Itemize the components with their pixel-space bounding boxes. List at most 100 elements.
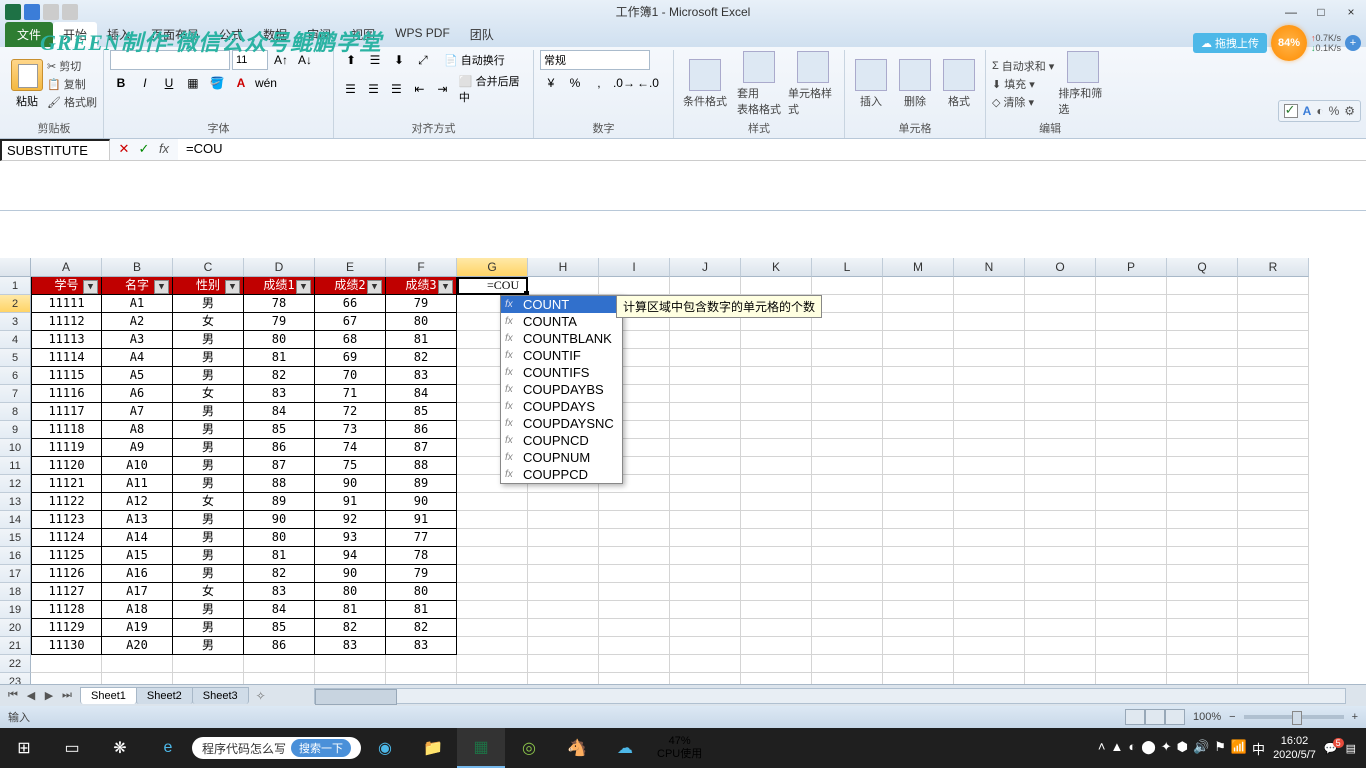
cell[interactable]: A13 xyxy=(102,511,173,529)
cell[interactable] xyxy=(670,421,741,439)
cell[interactable] xyxy=(741,601,812,619)
cell[interactable] xyxy=(1167,493,1238,511)
cell[interactable] xyxy=(457,583,528,601)
cell[interactable] xyxy=(883,565,954,583)
cell[interactable] xyxy=(741,367,812,385)
cell[interactable] xyxy=(1167,313,1238,331)
cell[interactable] xyxy=(741,565,812,583)
cell[interactable]: 男 xyxy=(173,529,244,547)
cell[interactable] xyxy=(1238,655,1309,673)
cell[interactable] xyxy=(670,349,741,367)
row-header[interactable]: 10 xyxy=(0,439,31,457)
autocomplete-item[interactable]: COUPDAYSNC xyxy=(501,415,622,432)
cell[interactable]: 79 xyxy=(386,295,457,313)
cell[interactable] xyxy=(954,439,1025,457)
cpu-usage[interactable]: 47% CPU使用 xyxy=(649,735,710,761)
cells-area[interactable]: 学号名字性别成绩1成绩2成绩311111A1男78667911112A2女796… xyxy=(31,277,1366,684)
cell[interactable] xyxy=(670,457,741,475)
cell[interactable] xyxy=(812,583,883,601)
cell[interactable] xyxy=(670,403,741,421)
cell[interactable] xyxy=(457,637,528,655)
cell[interactable] xyxy=(812,313,883,331)
cell[interactable] xyxy=(954,403,1025,421)
cell[interactable] xyxy=(741,583,812,601)
float-percent-icon[interactable]: % xyxy=(1329,104,1340,118)
sheet-tab[interactable]: Sheet3 xyxy=(192,687,249,704)
cell[interactable]: 成绩2 xyxy=(315,277,386,295)
cell[interactable] xyxy=(741,529,812,547)
row-header[interactable]: 2 xyxy=(0,295,31,313)
taskbar-app-3[interactable]: ◎ xyxy=(505,728,553,768)
cell[interactable]: 82 xyxy=(315,619,386,637)
plus-icon[interactable]: + xyxy=(1345,35,1361,51)
zoom-out-icon[interactable]: − xyxy=(1229,711,1235,723)
cell[interactable] xyxy=(1238,547,1309,565)
cell[interactable] xyxy=(883,493,954,511)
cell[interactable] xyxy=(1096,331,1167,349)
cell[interactable]: A5 xyxy=(102,367,173,385)
cell[interactable]: 成绩1 xyxy=(244,277,315,295)
cell[interactable] xyxy=(1167,547,1238,565)
cell[interactable]: A3 xyxy=(102,331,173,349)
sheet-prev-icon[interactable]: ◀ xyxy=(23,689,39,702)
cell[interactable]: 69 xyxy=(315,349,386,367)
cell[interactable] xyxy=(741,547,812,565)
cell[interactable] xyxy=(1096,475,1167,493)
cell[interactable]: A12 xyxy=(102,493,173,511)
cell[interactable]: 男 xyxy=(173,511,244,529)
sheet-first-icon[interactable]: ⏮ xyxy=(5,689,21,702)
row-header[interactable]: 19 xyxy=(0,601,31,619)
cell[interactable] xyxy=(670,475,741,493)
cell[interactable] xyxy=(670,511,741,529)
cell[interactable]: 男 xyxy=(173,637,244,655)
cell[interactable] xyxy=(1238,403,1309,421)
cell[interactable] xyxy=(954,619,1025,637)
close-button[interactable]: × xyxy=(1336,2,1366,22)
cell[interactable] xyxy=(1238,673,1309,684)
cell[interactable]: 79 xyxy=(386,565,457,583)
cell[interactable] xyxy=(741,493,812,511)
cell[interactable] xyxy=(1096,529,1167,547)
cell[interactable] xyxy=(1167,367,1238,385)
cell[interactable] xyxy=(599,655,670,673)
cell[interactable]: 82 xyxy=(386,349,457,367)
align-right-icon[interactable]: ☰ xyxy=(386,79,407,99)
cell[interactable]: 80 xyxy=(244,331,315,349)
cell[interactable]: 77 xyxy=(386,529,457,547)
cell[interactable] xyxy=(1096,493,1167,511)
cell[interactable] xyxy=(812,601,883,619)
cell[interactable] xyxy=(883,439,954,457)
minimize-button[interactable]: — xyxy=(1276,2,1306,22)
cell[interactable]: A6 xyxy=(102,385,173,403)
cell[interactable] xyxy=(670,385,741,403)
autocomplete-item[interactable]: COUPDAYBS xyxy=(501,381,622,398)
cell[interactable] xyxy=(954,331,1025,349)
cell[interactable]: 73 xyxy=(315,421,386,439)
cell[interactable] xyxy=(670,637,741,655)
cell[interactable] xyxy=(528,637,599,655)
cell[interactable]: 80 xyxy=(386,583,457,601)
delete-cells-button[interactable]: 删除 xyxy=(895,59,935,109)
indent-dec-icon[interactable]: ⇤ xyxy=(409,79,430,99)
row-header[interactable]: 12 xyxy=(0,475,31,493)
cell[interactable]: 11126 xyxy=(31,565,102,583)
cell[interactable] xyxy=(812,439,883,457)
cell[interactable] xyxy=(883,421,954,439)
sheet-next-icon[interactable]: ▶ xyxy=(41,689,57,702)
cell[interactable] xyxy=(812,547,883,565)
cell[interactable]: 性别 xyxy=(173,277,244,295)
cell[interactable] xyxy=(883,313,954,331)
cell[interactable] xyxy=(102,673,173,684)
cell[interactable] xyxy=(812,565,883,583)
cell[interactable]: 11114 xyxy=(31,349,102,367)
tray-icon[interactable]: ⚑ xyxy=(1214,739,1226,758)
cell[interactable] xyxy=(954,637,1025,655)
cell[interactable] xyxy=(812,511,883,529)
autocomplete-item[interactable]: COUPPCD xyxy=(501,466,622,483)
cell[interactable] xyxy=(1167,637,1238,655)
cell[interactable] xyxy=(954,457,1025,475)
cell[interactable] xyxy=(528,565,599,583)
cell[interactable] xyxy=(1025,439,1096,457)
cell[interactable] xyxy=(1025,493,1096,511)
cell[interactable]: A17 xyxy=(102,583,173,601)
